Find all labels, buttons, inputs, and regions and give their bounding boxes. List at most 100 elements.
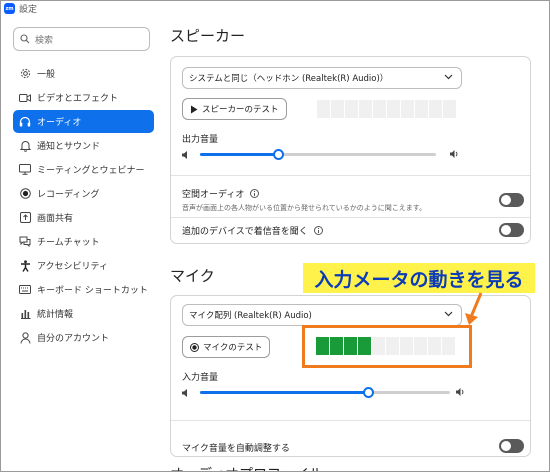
sidebar-item-keyboard-shortcuts[interactable]: キーボード ショートカット (13, 278, 154, 301)
sidebar-item-general[interactable]: 一般 (13, 62, 154, 85)
volume-low-icon (182, 389, 187, 397)
additional-device-label: 追加のデバイスで着信音を聞く (182, 224, 323, 237)
title-bar: zm 設定 (1, 1, 549, 16)
sidebar-item-label: 通知とサウンド (37, 142, 101, 152)
volume-low-icon (182, 151, 187, 159)
headphones-icon (19, 116, 31, 128)
speaker-section-title: スピーカー (170, 27, 246, 45)
divider (171, 217, 530, 218)
additional-device-text: 追加のデバイスで着信音を聞く (182, 227, 308, 237)
mic-section-title: マイク (170, 267, 215, 285)
search-input[interactable]: 検索 (13, 27, 150, 51)
search-icon (20, 34, 30, 44)
speaker-device-value: システムと同じ（ヘッドホン (Realtek(R) Audio)） (189, 74, 389, 84)
sidebar-item-label: レコーディング (37, 190, 100, 200)
info-icon[interactable] (313, 226, 323, 235)
spatial-audio-label: 空間オーディオ (182, 187, 260, 200)
meter-segment (331, 100, 344, 118)
mic-device-value: マイク配列 (Realtek(R) Audio) (189, 311, 312, 321)
speaker-output-meter (317, 100, 456, 118)
output-volume-label: 出力音量 (182, 135, 219, 145)
meter-segment (429, 100, 442, 118)
stats-icon (19, 308, 31, 320)
sidebar-item-team-chat[interactable]: チームチャット (13, 230, 154, 253)
input-volume-thumb[interactable] (362, 387, 374, 398)
record-icon (19, 188, 31, 200)
settings-window: zm 設定 検索 一般 ビデオとエフェクト オーディオ 通知とサウンド ミーティ… (0, 0, 550, 472)
sidebar-item-audio[interactable]: オーディオ (13, 110, 154, 133)
sidebar-item-meetings[interactable]: ミーティングとウェビナー (13, 158, 154, 181)
output-volume-fill (200, 153, 278, 156)
sidebar-item-label: アクセシビリティ (37, 262, 109, 272)
sidebar-item-label: 画面共有 (37, 214, 74, 224)
mic-test-label: マイクのテスト (203, 343, 263, 353)
spatial-audio-toggle[interactable] (499, 193, 524, 207)
sidebar-item-label: チームチャット (37, 238, 100, 248)
info-icon[interactable] (250, 189, 260, 198)
mic-device-select[interactable]: マイク配列 (Realtek(R) Audio) (182, 304, 462, 326)
monitor-icon (19, 164, 31, 176)
divider (171, 175, 530, 176)
sidebar-item-label: 自分のアカウント (37, 334, 110, 344)
audio-profile-section-title: オーディオプロファイル (170, 464, 323, 471)
spatial-audio-text: 空間オーディオ (182, 190, 245, 200)
speaker-test-label: スピーカーのテスト (202, 105, 279, 115)
sidebar-item-label: ミーティングとウェビナー (37, 166, 145, 176)
record-icon (190, 342, 199, 352)
sidebar-item-statistics[interactable]: 統計情報 (13, 302, 154, 325)
meter-segment (443, 100, 456, 118)
sidebar-item-label: キーボード ショートカット (37, 286, 148, 296)
input-volume-label: 入力音量 (182, 373, 219, 383)
video-icon (19, 92, 31, 104)
meter-segment (401, 100, 414, 118)
speaker-test-button[interactable]: スピーカーのテスト (182, 98, 287, 120)
bell-icon (19, 140, 31, 152)
output-volume-slider[interactable] (200, 149, 436, 160)
accessibility-icon (19, 259, 31, 272)
meter-segment (359, 100, 372, 118)
sidebar-item-video[interactable]: ビデオとエフェクト (13, 86, 154, 109)
input-volume-fill (200, 391, 368, 394)
speaker-device-select[interactable]: システムと同じ（ヘッドホン (Realtek(R) Audio)） (182, 67, 462, 89)
window-title: 設定 (19, 5, 38, 15)
annotation-arrow-icon (465, 292, 483, 325)
play-icon (191, 105, 198, 113)
sidebar-item-my-account[interactable]: 自分のアカウント (13, 326, 154, 349)
sidebar-item-screen-share[interactable]: 画面共有 (13, 206, 154, 229)
search-placeholder: 検索 (35, 35, 54, 46)
sidebar-item-label: ビデオとエフェクト (37, 94, 119, 104)
annotation-caption: 入力メータの動きを見る (303, 263, 535, 293)
audio-settings-panel: スピーカー システムと同じ（ヘッドホン (Realtek(R) Audio)） … (161, 16, 549, 471)
divider (171, 420, 530, 421)
chevron-down-icon (444, 74, 453, 80)
toggle-knob (501, 441, 511, 451)
volume-high-icon (456, 388, 464, 396)
toggle-knob (501, 225, 511, 235)
auto-adjust-label: マイク音量を自動調整する (182, 444, 290, 454)
sidebar-item-label: 一般 (37, 70, 56, 80)
input-volume-slider[interactable] (200, 387, 450, 398)
toggle-knob (501, 195, 511, 205)
meter-segment (415, 100, 428, 118)
sidebar-item-accessibility[interactable]: アクセシビリティ (13, 254, 154, 277)
sidebar: 検索 一般 ビデオとエフェクト オーディオ 通知とサウンド ミーティングとウェビ… (1, 16, 161, 471)
additional-device-toggle[interactable] (499, 223, 524, 237)
output-volume-thumb[interactable] (272, 149, 284, 160)
zoom-logo-icon: zm (4, 3, 15, 14)
share-screen-icon (19, 212, 31, 224)
mic-test-button[interactable]: マイクのテスト (182, 336, 271, 358)
keyboard-icon (19, 284, 31, 296)
chat-icon (19, 236, 31, 248)
sidebar-item-recording[interactable]: レコーディング (13, 182, 154, 205)
person-icon (19, 331, 31, 344)
auto-adjust-toggle[interactable] (499, 439, 524, 453)
meter-highlight-box (302, 325, 472, 368)
gear-icon (19, 68, 31, 80)
meter-segment (317, 100, 330, 118)
spatial-audio-description: 音声が画面上の各人物がいる位置から発せられているかのように聞こえます。 (182, 204, 427, 212)
chevron-down-icon (444, 311, 453, 317)
volume-high-icon (450, 150, 458, 158)
sidebar-item-label: オーディオ (37, 118, 82, 128)
speaker-card: システムと同じ（ヘッドホン (Realtek(R) Audio)） スピーカーの… (170, 56, 531, 244)
sidebar-item-notifications[interactable]: 通知とサウンド (13, 134, 154, 157)
